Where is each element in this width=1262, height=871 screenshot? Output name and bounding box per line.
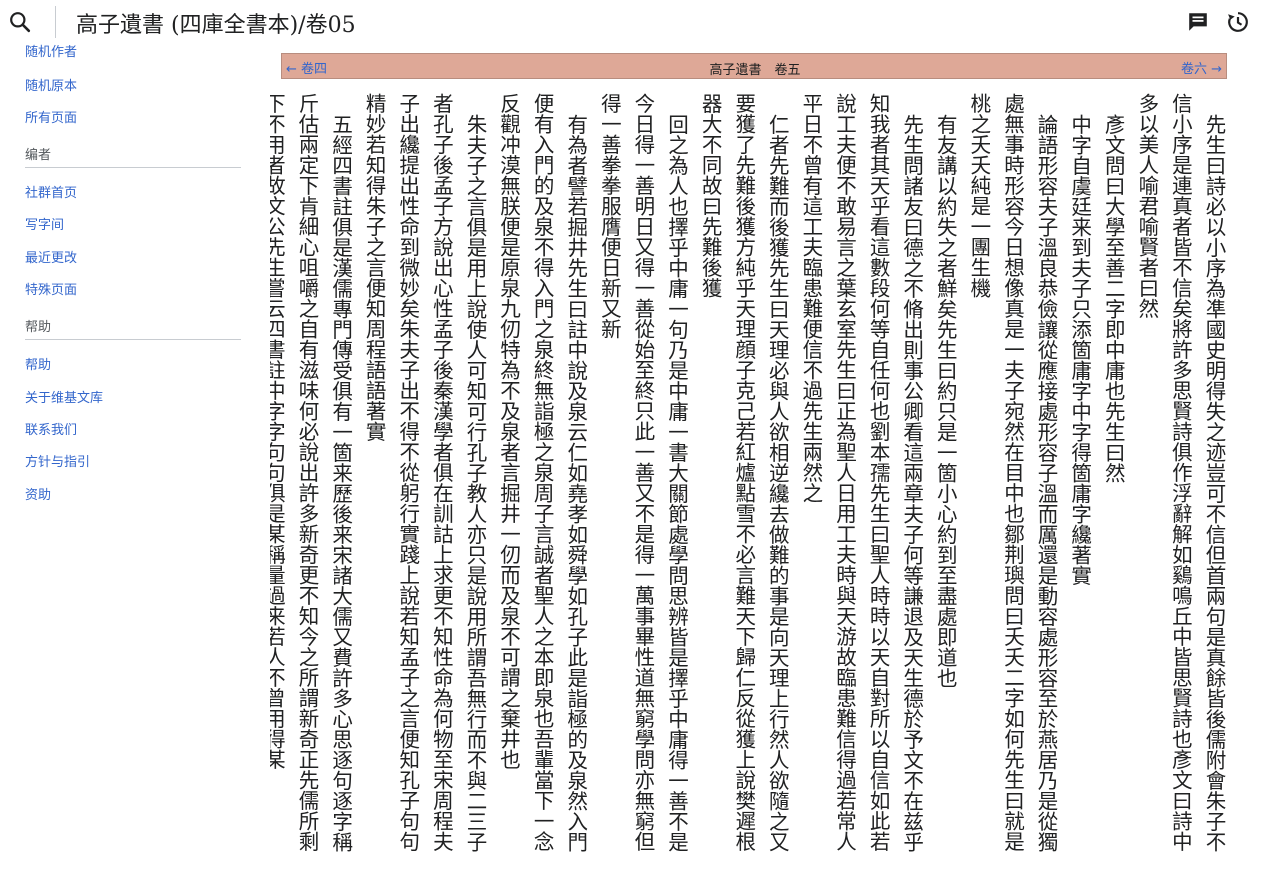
sidebar-divider: [25, 339, 241, 340]
text-paragraph: 回之為人也擇乎中庸一句乃是中庸一書大關節處學問思辨皆是擇乎中庸得一善不是今日得一…: [597, 93, 689, 852]
prev-chapter-link[interactable]: ← 卷四: [286, 58, 327, 77]
sidebar-heading-help: 帮助: [25, 320, 52, 335]
sidebar-item-scriptorium[interactable]: 写字间: [25, 214, 64, 233]
text-paragraph: 先生問諸友曰德之不脩出則事公卿看這兩章夫子何等謙退及天生德於予文不在兹乎知我者其…: [798, 93, 924, 852]
history-button[interactable]: [1226, 10, 1250, 34]
sidebar-item-help[interactable]: 帮助: [25, 354, 51, 373]
sidebar-item-policies[interactable]: 方针与指引: [25, 451, 90, 470]
search-button[interactable]: [6, 8, 34, 36]
talk-button[interactable]: [1186, 10, 1210, 34]
chapter-nav-title: 高子遺書 卷五: [709, 63, 801, 78]
sidebar-item-contact[interactable]: 联系我们: [25, 419, 77, 438]
talk-icon: [1189, 13, 1207, 31]
search-icon: [10, 12, 31, 33]
text-paragraph: 先生曰詩必以小序為凖國史明得失之迹豈可不信但首兩句是真餘皆後儒附會朱子不信小序是…: [1134, 93, 1226, 852]
chapter-nav-bar: 高子遺書 卷五 ← 卷四 卷六 →: [281, 53, 1227, 79]
next-chapter-link[interactable]: 卷六 →: [1181, 58, 1222, 77]
text-paragraph: 論語形容夫子溫良恭儉讓從應接處形容子溫而厲還是動容處形容至於燕居乃是從獨處無事時…: [966, 93, 1059, 852]
sidebar-item-random-author[interactable]: 随机作者: [25, 44, 77, 60]
text-paragraph: 有為者譬若掘井先生曰註中說及泉云仁如堯孝如舜學如孔子此是詣極的及泉然入門便有入門…: [496, 93, 588, 852]
sidebar-item-all-pages[interactable]: 所有页面: [25, 107, 77, 126]
text-paragraph: 朱夫子之言俱是用上說使人可知可行孔子教人亦只是說用所謂吾無行而不與二三子者孔子後…: [362, 93, 487, 852]
text-paragraph: 有友講以約失之者鮮矣先生曰約只是一箇小心約到至盡處即道也: [933, 113, 958, 688]
text-paragraph: 仁者先難而後獲先生曰天理必與人欲相逆纔去做難的事是向天理上行然人欲隨之又要獲了先…: [698, 93, 790, 852]
page-title: 高子遺書 (四庫全書本)/卷05: [76, 13, 356, 38]
text-paragraph: 五經四書註俱是漢儒專門傳受俱有一箇来歷後来宋諸大儒又費許多心思逐句逐字稱斤估兩定…: [270, 93, 353, 852]
sidebar-heading-editors: 编者: [25, 148, 52, 163]
header-divider: [55, 6, 56, 38]
text-paragraph: 中字自虞廷来到夫子只添箇庸字中字得箇庸字纔著實: [1067, 113, 1092, 586]
text-paragraph: 彥文問曰大學至善二字即中庸也先生曰然: [1101, 113, 1126, 483]
sidebar-item-special-pages[interactable]: 特殊页面: [25, 279, 77, 298]
sidebar-item-random-original[interactable]: 随机原本: [25, 75, 77, 94]
history-icon: [1228, 12, 1248, 32]
chapter-text: 先生曰詩必以小序為凖國史明得失之迹豈可不信但首兩句是真餘皆後儒附會朱子不信小序是…: [270, 93, 1230, 863]
sidebar-item-about[interactable]: 关于维基文库: [25, 387, 103, 406]
sidebar-item-recent-changes[interactable]: 最近更改: [25, 247, 77, 266]
page-header: 高子遺書 (四庫全書本)/卷05: [0, 0, 1262, 44]
sidebar-divider: [25, 167, 241, 168]
sidebar-item-community[interactable]: 社群首页: [25, 182, 77, 201]
sidebar-item-donate[interactable]: 资助: [25, 484, 51, 503]
sidebar: 随机作者 随机原本 所有页面 编者 社群首页 写字间 最近更改 特殊页面 帮助 …: [0, 44, 250, 871]
chapter-text-columns: 先生曰詩必以小序為凖國史明得失之迹豈可不信但首兩句是真餘皆後儒附會朱子不信小序是…: [270, 93, 1230, 863]
